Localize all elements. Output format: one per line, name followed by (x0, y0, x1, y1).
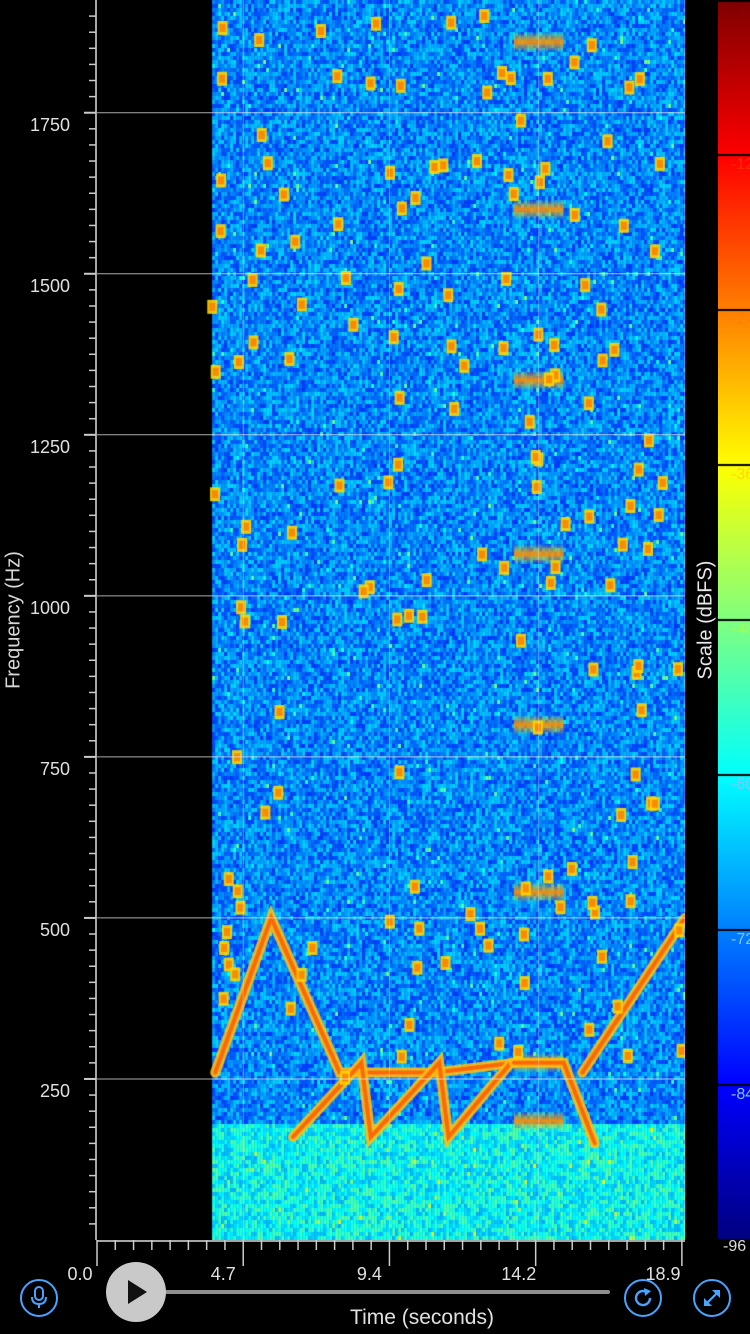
time-tick-label: 9.4 (356, 1264, 382, 1284)
color-scale-label: -60 (731, 776, 750, 793)
playback-slider[interactable] (113, 1290, 610, 1294)
color-scale-label: -96 (723, 1238, 747, 1255)
color-scale-label: -48 (731, 621, 750, 638)
color-scale-bar (718, 0, 750, 1240)
frequency-tick-label: 1500 (30, 275, 71, 296)
expand-arrows-icon (704, 1290, 720, 1306)
color-scale-label: -84 (731, 1086, 750, 1103)
frequency-tick-label: 1750 (30, 114, 71, 135)
microphone-icon (31, 1286, 47, 1308)
spectrogram-gridlines (97, 0, 685, 1240)
color-scale-label: -12 (731, 156, 750, 173)
time-tick-label: 18.9 (645, 1264, 681, 1284)
color-scale-label: -24 (731, 311, 750, 328)
frequency-tick-label: 750 (40, 758, 71, 779)
frequency-tick-label: 250 (40, 1080, 71, 1101)
refresh-icon (634, 1288, 652, 1307)
play-icon (128, 1280, 147, 1304)
color-scale-label: -72 (731, 931, 750, 948)
time-tick-label: 14.2 (501, 1264, 537, 1284)
expand-button[interactable] (693, 1279, 731, 1317)
microphone-button[interactable] (20, 1279, 58, 1317)
color-scale-title: Scale (dBFS) (694, 560, 717, 680)
color-scale-label: -36 (731, 466, 750, 483)
color-scale-label: 0 (731, 1, 740, 18)
play-button[interactable] (106, 1262, 166, 1322)
time-axis-title: Time (seconds) (350, 1306, 494, 1329)
time-tick-label: 4.7 (210, 1264, 236, 1284)
frequency-tick-label: 500 (40, 919, 71, 940)
frequency-tick-label: 1250 (30, 436, 71, 457)
frequency-tick-label: 1000 (30, 597, 71, 618)
frequency-axis-title: Frequency (Hz) (2, 551, 25, 689)
time-tick-label: 0.0 (67, 1264, 93, 1284)
